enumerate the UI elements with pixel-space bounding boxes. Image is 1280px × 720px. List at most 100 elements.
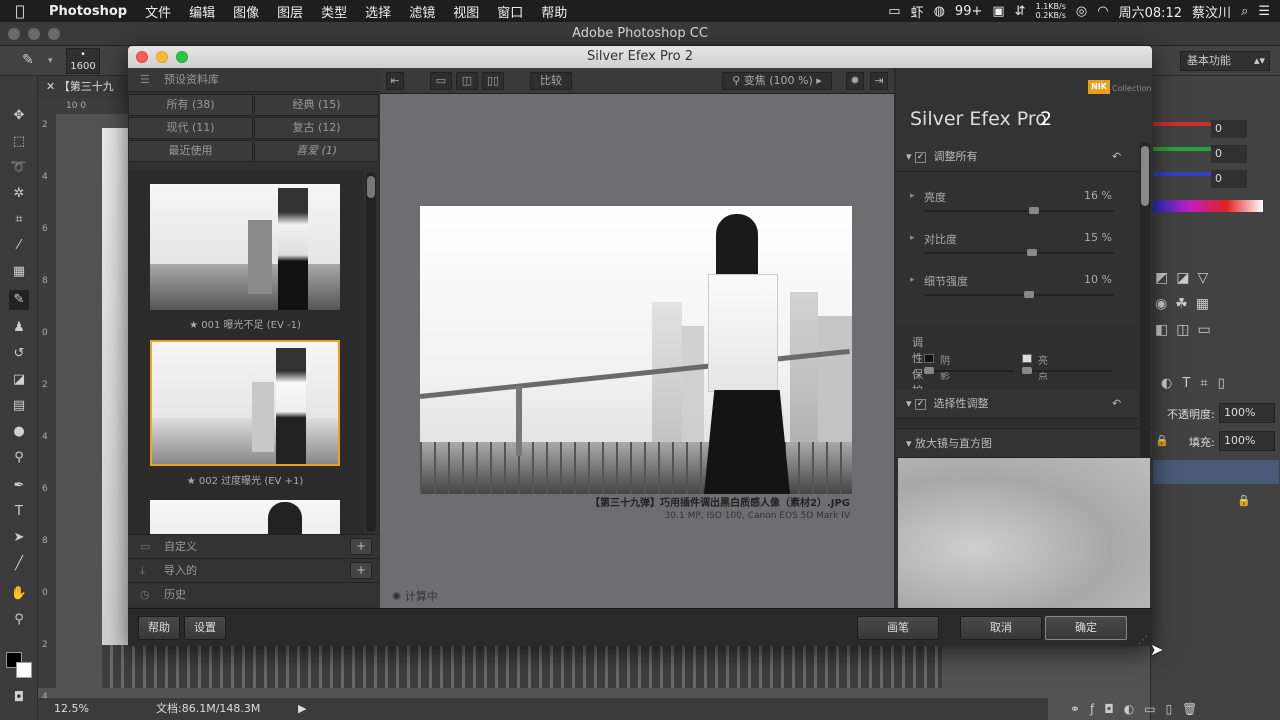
- brush-button[interactable]: 画笔: [857, 616, 939, 640]
- blur-tool-icon[interactable]: ●: [9, 422, 29, 442]
- blue-value[interactable]: 0: [1211, 170, 1247, 188]
- category-favorites[interactable]: 喜爱 (1): [254, 140, 379, 162]
- section-history[interactable]: ◷ 历史: [128, 582, 380, 606]
- wifi-icon[interactable]: ◠: [1097, 4, 1108, 19]
- structure-slider[interactable]: [924, 291, 1114, 298]
- lock-icon[interactable]: 🔒: [1155, 434, 1169, 447]
- reset-icon[interactable]: ↶: [1112, 142, 1121, 172]
- menu-layer[interactable]: 图层: [268, 2, 312, 21]
- preset-library-header[interactable]: ☰ 预设资料库: [128, 68, 380, 92]
- workspace-select[interactable]: 基本功能 ▴▾: [1180, 51, 1270, 71]
- magic-wand-tool-icon[interactable]: ✲: [9, 184, 29, 204]
- selected-layer-row[interactable]: [1153, 460, 1279, 484]
- eyedropper-tool-icon[interactable]: ⁄: [9, 236, 29, 256]
- collapse-arrow-icon[interactable]: ▾: [906, 397, 915, 410]
- background-light-icon[interactable]: ✹: [846, 72, 864, 90]
- category-modern[interactable]: 现代 (11): [128, 117, 253, 139]
- category-classic[interactable]: 经典 (15): [254, 94, 379, 116]
- menu-app-photoshop[interactable]: Photoshop: [40, 4, 136, 19]
- contrast-knob[interactable]: [1027, 249, 1038, 256]
- preview-photo[interactable]: [420, 206, 852, 494]
- adjustments-icons-row1[interactable]: ◩◪▽: [1155, 270, 1216, 286]
- path-select-tool-icon[interactable]: ➤: [9, 528, 29, 548]
- ps-zoom-button[interactable]: [48, 28, 60, 40]
- toggle-left-panel-icon[interactable]: ⇤: [386, 72, 404, 90]
- ok-button[interactable]: 确定: [1045, 616, 1127, 640]
- loupe-histogram-header[interactable]: ▾ 放大镜与直方图: [896, 428, 1152, 458]
- sep-close-button[interactable]: [136, 51, 148, 63]
- preset-list[interactable]: ★ 001 曝光不足 (EV -1) ★ 002 过度曝光 (EV +1): [128, 170, 364, 534]
- collapse-arrow-icon[interactable]: ▾: [906, 437, 915, 450]
- menu-type[interactable]: 类型: [312, 2, 356, 21]
- screen-record-icon[interactable]: ▭: [888, 4, 900, 19]
- ps-close-button[interactable]: [8, 28, 20, 40]
- type-tool-icon[interactable]: T: [9, 502, 29, 522]
- brush-tool-icon[interactable]: ✎: [22, 52, 34, 68]
- status-menu-arrow-icon[interactable]: ▶: [298, 698, 306, 720]
- reset-icon[interactable]: ↶: [1112, 389, 1121, 419]
- layers-panel-footer[interactable]: ⚭ƒ◘◐▭▯🗑: [1070, 698, 1280, 720]
- menu-filter[interactable]: 滤镜: [400, 2, 444, 21]
- resize-grip-icon[interactable]: ⋰: [1138, 635, 1148, 646]
- help-button[interactable]: 帮助: [138, 616, 180, 640]
- gradient-tool-icon[interactable]: ▤: [9, 396, 29, 416]
- green-slider[interactable]: [1153, 147, 1213, 151]
- red-value[interactable]: 0: [1211, 120, 1247, 138]
- apple-menu-icon[interactable]: : [0, 2, 40, 20]
- lasso-tool-icon[interactable]: ➰: [9, 158, 29, 178]
- structure-knob[interactable]: [1023, 291, 1034, 298]
- highlights-knob[interactable]: [1022, 367, 1032, 374]
- menu-file[interactable]: 文件: [136, 2, 180, 21]
- selective-checkbox[interactable]: ✓: [915, 398, 927, 410]
- brush-size-preset[interactable]: • 1600: [66, 48, 100, 74]
- shrimp-icon[interactable]: 虾: [911, 2, 924, 21]
- settings-button[interactable]: 设置: [184, 616, 226, 640]
- preset-thumb-003[interactable]: [150, 500, 340, 534]
- menu-window[interactable]: 窗口: [488, 2, 532, 21]
- dropdown-arrow-icon[interactable]: ▾: [48, 56, 53, 66]
- loupe-view[interactable]: [898, 458, 1150, 608]
- crop-tool-icon[interactable]: ⌗: [9, 210, 29, 230]
- flag-icon[interactable]: ▣: [992, 4, 1004, 19]
- menu-image[interactable]: 图像: [224, 2, 268, 21]
- dodge-tool-icon[interactable]: ⚲: [9, 448, 29, 468]
- background-color-swatch[interactable]: [16, 662, 32, 678]
- history-brush-tool-icon[interactable]: ↺: [9, 344, 29, 364]
- expand-arrow-icon[interactable]: ▸: [910, 275, 915, 285]
- clock[interactable]: 周六08:12: [1119, 2, 1182, 21]
- eraser-tool-icon[interactable]: ◪: [9, 370, 29, 390]
- category-vintage[interactable]: 复古 (12): [254, 117, 379, 139]
- sync-icon[interactable]: ⇵: [1015, 4, 1026, 19]
- preset-thumb-001[interactable]: ★ 001 曝光不足 (EV -1): [150, 184, 340, 331]
- red-slider[interactable]: [1153, 122, 1213, 126]
- menu-edit[interactable]: 编辑: [180, 2, 224, 21]
- shadows-slider[interactable]: [924, 367, 1014, 374]
- compare-button[interactable]: 比较: [530, 72, 572, 90]
- collapse-arrow-icon[interactable]: ▾: [906, 150, 915, 163]
- fill-field[interactable]: 100%: [1219, 431, 1275, 451]
- add-imported-button[interactable]: +: [350, 562, 372, 579]
- section-custom[interactable]: ▭ 自定义 +: [128, 534, 380, 558]
- line-tool-icon[interactable]: ╱: [9, 554, 29, 574]
- creative-cloud-icon[interactable]: ◎: [1076, 4, 1087, 19]
- stamp-tool-icon[interactable]: ♟: [9, 318, 29, 338]
- layer-filter-icons[interactable]: ◐T⌗▯: [1161, 376, 1235, 391]
- adjustments-icons-row3[interactable]: ◧◫▭: [1155, 322, 1219, 338]
- category-all[interactable]: 所有 (38): [128, 94, 253, 116]
- preset-thumb-002-selected[interactable]: ★ 002 过度曝光 (EV +1): [150, 340, 340, 487]
- preset-scroll-thumb[interactable]: [367, 176, 375, 198]
- blue-slider[interactable]: [1153, 172, 1213, 176]
- menu-view[interactable]: 视图: [444, 2, 488, 21]
- adjustments-scrollbar[interactable]: [1140, 142, 1150, 472]
- zoom-level[interactable]: 12.5%: [54, 698, 89, 720]
- adjustments-icons-row2[interactable]: ◉☘▦: [1155, 296, 1217, 312]
- doc-tab-close-icon[interactable]: ✕: [46, 80, 59, 93]
- brightness-knob[interactable]: [1029, 207, 1040, 214]
- zoom-select[interactable]: ⚲ 变焦 (100 %) ▸: [722, 72, 832, 90]
- adjust-all-checkbox[interactable]: ✓: [915, 151, 927, 163]
- category-recent[interactable]: 最近使用: [128, 140, 253, 162]
- split-view-icon[interactable]: ◫: [456, 72, 478, 90]
- marquee-tool-icon[interactable]: ⬚: [9, 132, 29, 152]
- single-view-icon[interactable]: ▭: [430, 72, 452, 90]
- green-value[interactable]: 0: [1211, 145, 1247, 163]
